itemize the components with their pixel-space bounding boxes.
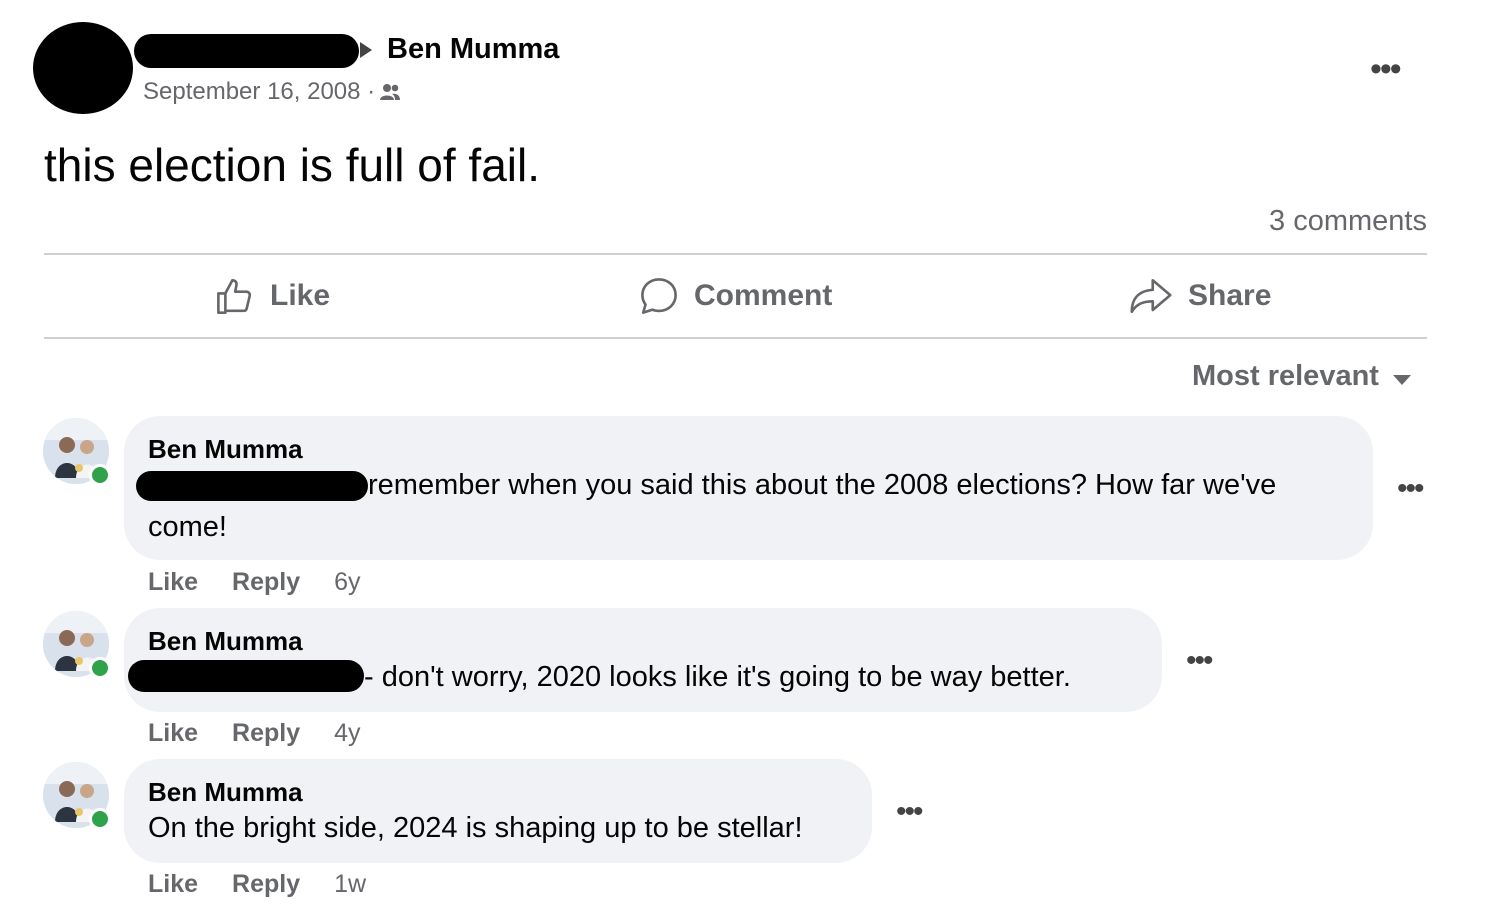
online-status-indicator	[89, 657, 111, 679]
comment-count[interactable]: 3 comments	[1269, 205, 1427, 238]
share-label: Share	[1188, 279, 1272, 312]
share-arrow-icon	[1130, 278, 1172, 314]
comment-button[interactable]: Comment	[638, 275, 832, 317]
thumbs-up-icon	[217, 278, 252, 314]
comment-text: - don't worry, 2020 looks like it's goin…	[364, 661, 1071, 693]
online-status-indicator	[89, 464, 111, 486]
post-date[interactable]: September 16, 2008 ·	[143, 78, 375, 106]
comment-like-link[interactable]: Like	[148, 870, 198, 899]
friends-icon	[380, 84, 401, 100]
comment-sort-dropdown[interactable]: Most relevant	[1192, 360, 1411, 393]
comment-reply-link[interactable]: Reply	[232, 870, 300, 899]
comment-author[interactable]: Ben Mumma	[148, 777, 303, 808]
divider	[44, 253, 1427, 255]
tagged-name-redacted[interactable]	[136, 471, 368, 501]
caret-down-icon	[1392, 374, 1411, 385]
comment-like-link[interactable]: Like	[148, 568, 198, 597]
poster-name-redacted[interactable]	[134, 34, 359, 68]
comment-actions: Like Reply 1w	[148, 870, 366, 899]
comment-text: On the bright side, 2024 is shaping up t…	[148, 812, 803, 844]
sort-label: Most relevant	[1192, 360, 1379, 392]
arrow-right-icon	[360, 42, 372, 58]
target-profile-name[interactable]: Ben Mumma	[387, 33, 559, 66]
comment-bubble: Ben Mumma On the bright side, 2024 is sh…	[124, 759, 872, 863]
like-button[interactable]: Like	[214, 275, 330, 317]
comment-author[interactable]: Ben Mumma	[148, 434, 303, 465]
online-status-indicator	[89, 808, 111, 830]
share-button[interactable]: Share	[1128, 275, 1271, 317]
comment-like-link[interactable]: Like	[148, 719, 198, 748]
divider	[44, 337, 1427, 339]
comment-reply-link[interactable]: Reply	[232, 568, 300, 597]
like-label: Like	[270, 279, 331, 312]
poster-avatar-redacted[interactable]	[33, 22, 133, 114]
post-date-line[interactable]: September 16, 2008 ·	[143, 78, 401, 106]
comment-timestamp[interactable]: 4y	[334, 719, 360, 748]
comment-more-options-icon[interactable]: •••	[1397, 472, 1424, 506]
post-text: this election is full of fail.	[44, 139, 541, 191]
comment-actions: Like Reply 4y	[148, 719, 361, 748]
comment-timestamp[interactable]: 6y	[334, 568, 360, 597]
comment-label: Comment	[694, 279, 833, 312]
comment-author[interactable]: Ben Mumma	[148, 626, 303, 657]
comment-actions: Like Reply 6y	[148, 568, 361, 597]
comment-text: come!	[148, 511, 227, 543]
tagged-name-redacted[interactable]	[128, 660, 364, 692]
comment-text: remember when you said this about the 20…	[368, 469, 1277, 501]
comment-bubble: Ben Mumma remember when you said this ab…	[124, 416, 1373, 560]
comment-more-options-icon[interactable]: •••	[1186, 644, 1213, 678]
comment-more-options-icon[interactable]: •••	[896, 795, 923, 829]
comment-reply-link[interactable]: Reply	[232, 719, 300, 748]
comment-bubble: Ben Mumma - don't worry, 2020 looks like…	[124, 608, 1162, 712]
comment-timestamp[interactable]: 1w	[334, 870, 366, 899]
post-more-options-icon[interactable]: •••	[1370, 50, 1402, 89]
comment-bubble-icon	[641, 278, 677, 314]
